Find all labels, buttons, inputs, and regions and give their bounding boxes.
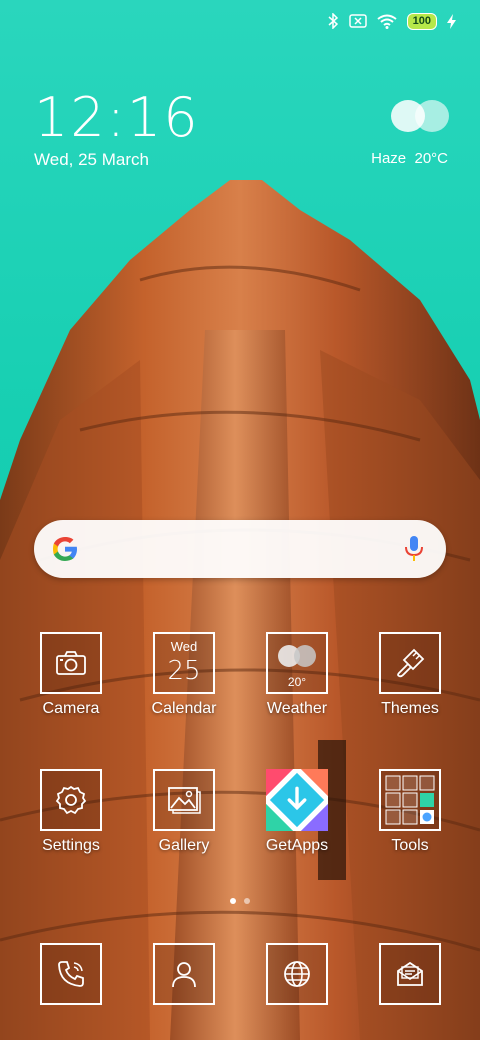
app-settings[interactable]: Settings bbox=[21, 769, 121, 855]
app-label: GetApps bbox=[265, 837, 329, 854]
calendar-date: 25 bbox=[167, 656, 201, 686]
google-g-icon bbox=[53, 537, 77, 561]
dock-contacts[interactable] bbox=[134, 943, 234, 1005]
cloud-icon bbox=[278, 645, 316, 667]
battery-level: 100 bbox=[406, 12, 437, 30]
dock-messages[interactable] bbox=[360, 943, 460, 1005]
status-bar: 100 bbox=[327, 10, 456, 32]
dock-browser[interactable] bbox=[247, 943, 347, 1005]
charging-icon bbox=[447, 13, 456, 29]
page-dot[interactable] bbox=[244, 898, 250, 904]
camera-icon bbox=[40, 632, 102, 694]
gear-icon bbox=[40, 769, 102, 831]
weather-widget-text[interactable]: Haze 20°C bbox=[371, 150, 448, 167]
browser-globe-icon bbox=[266, 943, 328, 1005]
clock-time[interactable]: 12:16 bbox=[34, 88, 200, 148]
app-label: Settings bbox=[42, 837, 100, 854]
bluetooth-icon bbox=[328, 13, 338, 29]
app-tools-folder[interactable]: Tools bbox=[360, 769, 460, 855]
app-weather[interactable]: 20° Weather bbox=[247, 632, 347, 718]
calendar-day: Wed bbox=[170, 639, 198, 654]
calendar-icon: Wed 25 bbox=[153, 632, 215, 694]
image-icon bbox=[153, 769, 215, 831]
microphone-icon[interactable] bbox=[404, 535, 424, 563]
google-search-bar[interactable] bbox=[34, 520, 446, 578]
dock-phone[interactable] bbox=[21, 943, 121, 1005]
contacts-icon bbox=[153, 943, 215, 1005]
getapps-icon bbox=[266, 769, 328, 831]
app-label: Camera bbox=[42, 700, 100, 717]
app-label: Weather bbox=[266, 700, 328, 717]
page-indicator bbox=[0, 898, 480, 904]
app-themes[interactable]: Themes bbox=[360, 632, 460, 718]
weather-app-temp: 20° bbox=[287, 675, 307, 689]
weather-widget-icon[interactable] bbox=[390, 98, 450, 139]
app-gallery[interactable]: Gallery bbox=[134, 769, 234, 855]
app-getapps[interactable]: GetApps bbox=[247, 769, 347, 855]
wifi-icon bbox=[377, 14, 397, 29]
app-label: Gallery bbox=[158, 837, 210, 854]
tools-folder-icon bbox=[379, 769, 441, 831]
messages-icon bbox=[379, 943, 441, 1005]
app-label: Tools bbox=[391, 837, 429, 854]
app-camera[interactable]: Camera bbox=[21, 632, 121, 718]
app-label: Calendar bbox=[151, 700, 217, 717]
no-sim-icon bbox=[348, 14, 367, 28]
page-dot-current[interactable] bbox=[230, 898, 236, 904]
paintbrush-icon bbox=[379, 632, 441, 694]
clock-date[interactable]: Wed, 25 March bbox=[34, 150, 149, 170]
app-label: Themes bbox=[381, 700, 439, 717]
app-calendar[interactable]: Wed 25 Calendar bbox=[134, 632, 234, 718]
cloud-icon bbox=[391, 100, 449, 132]
phone-icon bbox=[40, 943, 102, 1005]
weather-app-icon: 20° bbox=[266, 632, 328, 694]
